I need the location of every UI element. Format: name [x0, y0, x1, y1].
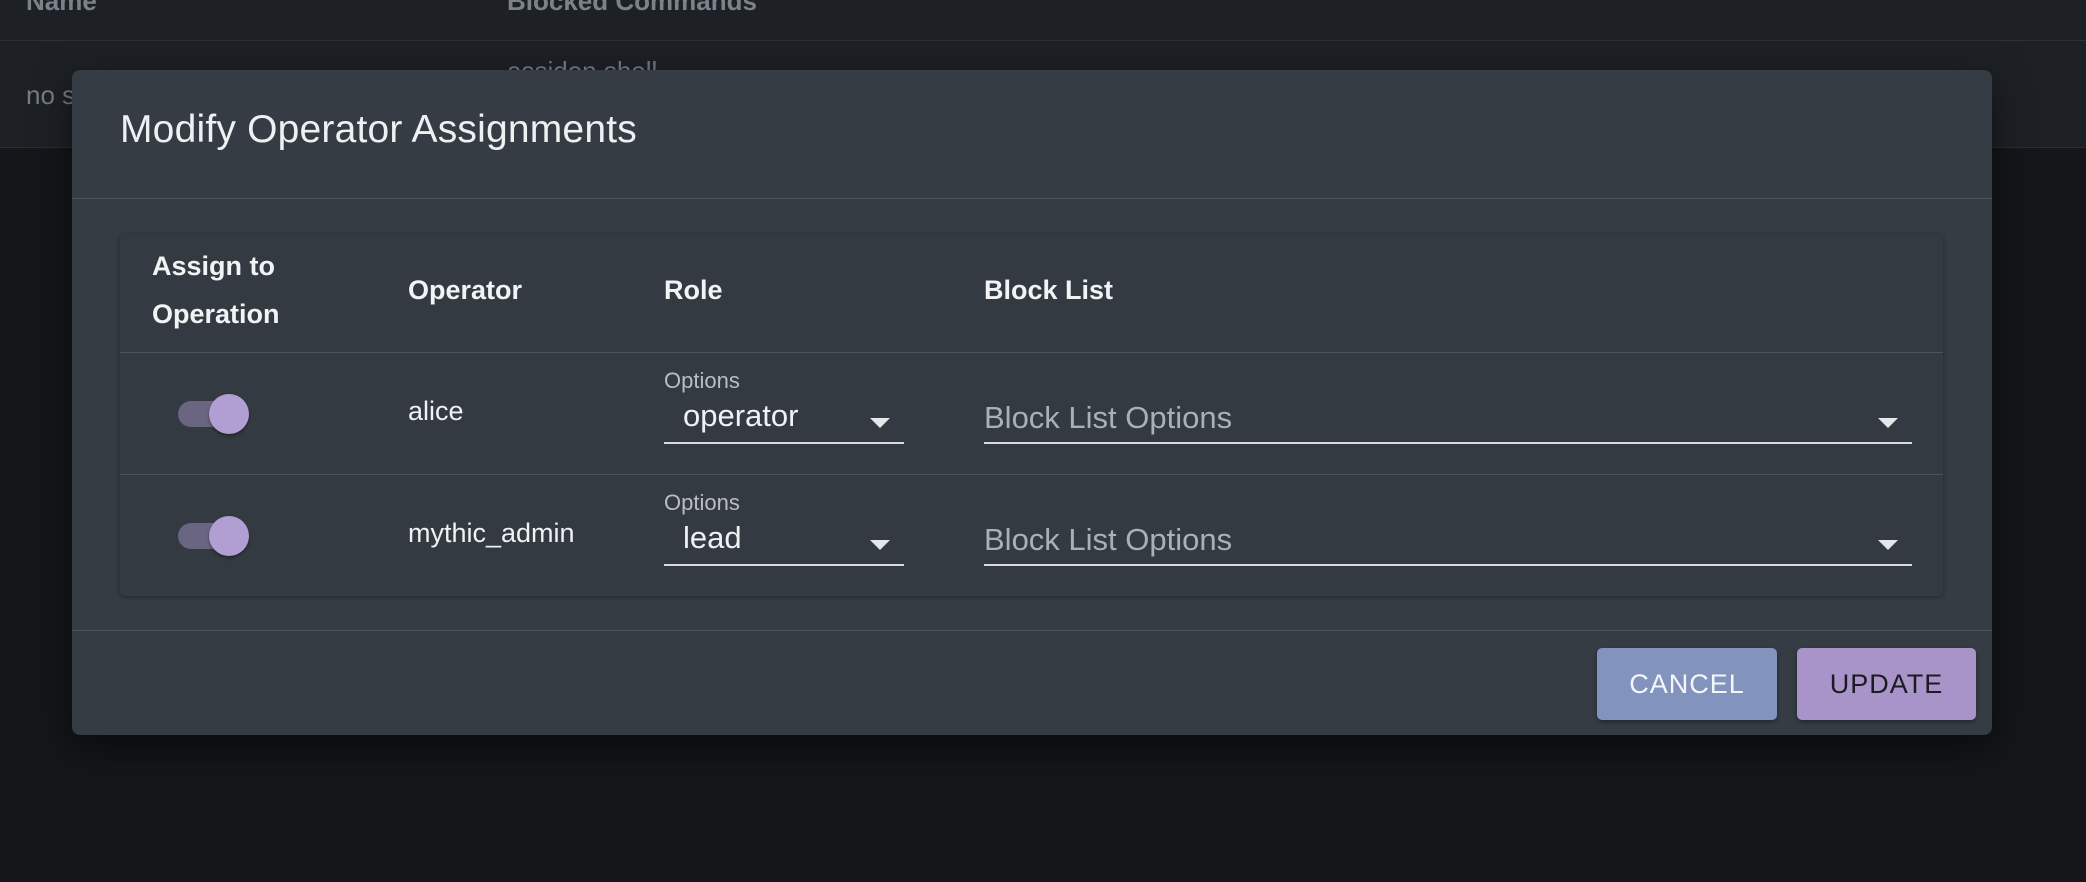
background-row-name: no s: [26, 80, 76, 110]
dialog-header-divider: [72, 198, 1992, 199]
column-header-blocked-commands: Blocked Commands: [507, 0, 757, 16]
row-divider: [120, 474, 1943, 475]
block-list-placeholder: Block List Options: [984, 522, 1233, 557]
background-table-header: Name Blocked Commands: [0, 0, 2086, 41]
column-header-block-list: Block List: [984, 275, 1114, 305]
role-select-label: Options: [664, 368, 740, 393]
chevron-down-icon: [870, 540, 890, 550]
update-button[interactable]: UPDATE: [1797, 648, 1976, 720]
role-select-alice[interactable]: operator: [664, 394, 904, 444]
block-list-select-alice[interactable]: Block List Options: [984, 394, 1912, 444]
chevron-down-icon: [1878, 418, 1898, 428]
block-list-placeholder: Block List Options: [984, 400, 1233, 435]
role-select-mythic-admin[interactable]: lead: [664, 516, 904, 566]
column-header-operator: Operator: [408, 275, 523, 305]
dialog-actions-divider: [72, 630, 1992, 631]
column-header-assign: Assign to Operation: [152, 251, 280, 329]
cancel-button[interactable]: CANCEL: [1597, 648, 1777, 720]
modify-operator-assignments-dialog: Modify Operator Assignments Assign to Op…: [72, 70, 1992, 735]
block-list-select-mythic-admin[interactable]: Block List Options: [984, 516, 1912, 566]
role-select-value: lead: [683, 520, 742, 555]
operator-name: alice: [408, 396, 464, 426]
chevron-down-icon: [870, 418, 890, 428]
dialog-title: Modify Operator Assignments: [120, 108, 637, 151]
role-select-value: operator: [683, 398, 799, 433]
column-header-role: Role: [664, 275, 723, 305]
column-header-name: Name: [26, 0, 97, 16]
toggle-thumb: [209, 394, 249, 434]
assign-toggle-alice[interactable]: [174, 392, 250, 434]
chevron-down-icon: [1878, 540, 1898, 550]
toggle-thumb: [209, 516, 249, 556]
operator-name: mythic_admin: [408, 518, 575, 548]
operator-assignments-table: Assign to Operation Operator Role Block …: [120, 234, 1943, 596]
assign-toggle-mythic-admin[interactable]: [174, 514, 250, 556]
header-divider: [120, 352, 1943, 353]
role-select-label: Options: [664, 490, 740, 515]
